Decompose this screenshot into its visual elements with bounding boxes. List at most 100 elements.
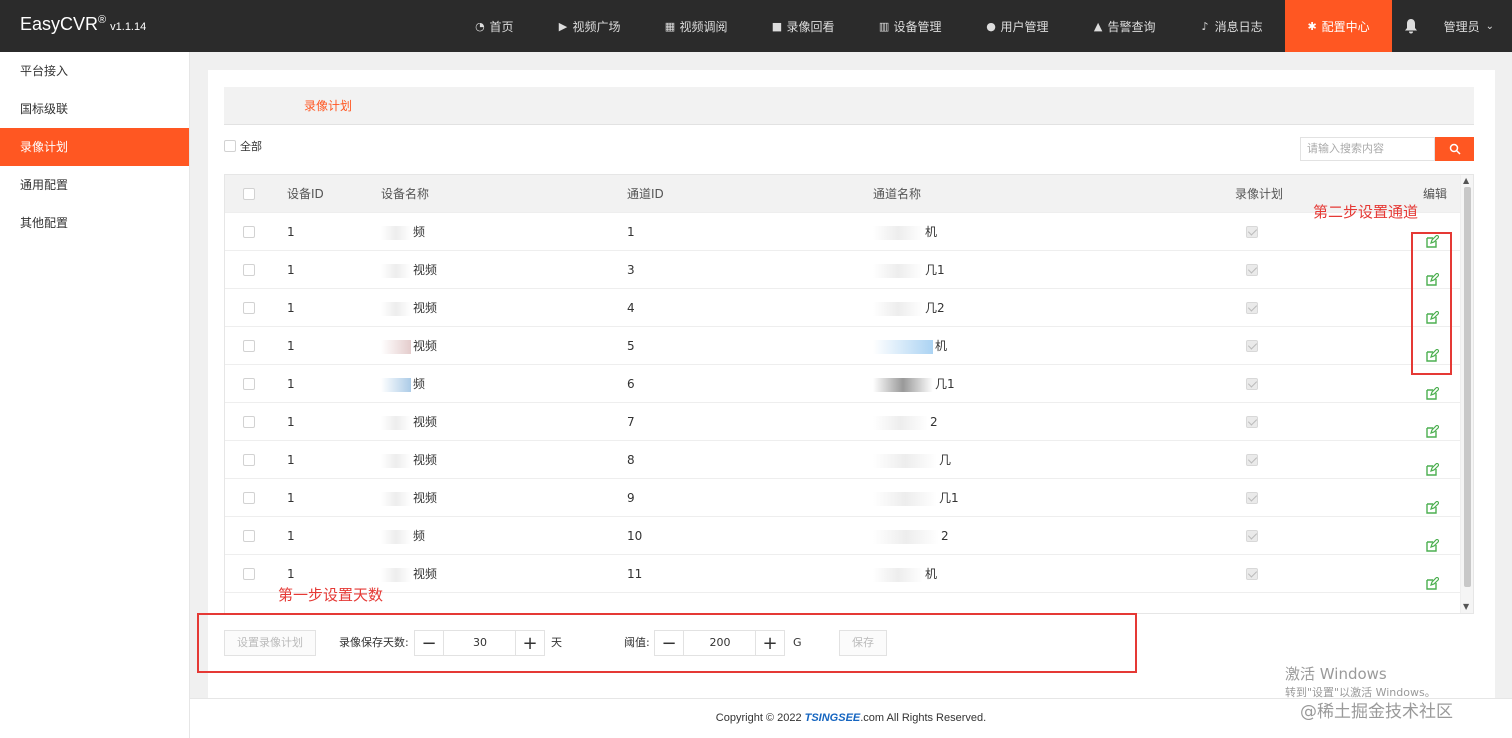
edit-icon[interactable] [1426, 567, 1440, 590]
search-icon [1449, 143, 1461, 155]
sidebar-item-general-config[interactable]: 通用配置 [0, 166, 189, 204]
row-checkbox[interactable] [243, 264, 255, 276]
notification-bell-icon[interactable] [1392, 0, 1430, 52]
annotation-box-edit-column [1411, 232, 1452, 375]
record-plan-checkbox[interactable] [1246, 492, 1258, 504]
annotation-step1: 第一步设置天数 [278, 586, 384, 604]
user-icon: ● [986, 19, 996, 33]
sidebar-item-record-plan[interactable]: 录像计划 [0, 128, 189, 166]
header-device-id: 设备ID [287, 187, 324, 201]
dashboard-icon: ◔ [475, 19, 485, 33]
device-name-text: 视频 [413, 491, 438, 505]
edit-icon[interactable] [1426, 491, 1440, 514]
record-plan-checkbox[interactable] [1246, 302, 1258, 314]
table-row: 1 视频 5 机 [225, 327, 1461, 365]
cell-device-id: 1 [287, 301, 295, 315]
device-name-text: 频 [413, 225, 426, 239]
table-row: 1 视频 9 几1 [225, 479, 1461, 517]
row-checkbox[interactable] [243, 416, 255, 428]
record-plan-checkbox[interactable] [1246, 568, 1258, 580]
record-plan-checkbox[interactable] [1246, 416, 1258, 428]
table-row: 1 视频 8 几 [225, 441, 1461, 479]
user-name: 管理员 [1443, 19, 1480, 34]
header-checkbox[interactable] [243, 188, 255, 200]
sidebar-item-platform-access[interactable]: 平台接入 [0, 52, 189, 90]
header-edit: 编辑 [1423, 187, 1448, 201]
sidebar-item-gb-cascade[interactable]: 国标级联 [0, 90, 189, 128]
nav-label: 消息日志 [1214, 19, 1263, 34]
app-logo[interactable]: EasyCVR®v1.1.14 [20, 14, 146, 35]
nav-device-manage[interactable]: ▥ 设备管理 [857, 0, 964, 52]
tab-record-plan[interactable]: 录像计划 [304, 87, 352, 125]
cell-channel-name: 几1 [873, 479, 959, 517]
cell-channel-name: 几2 [873, 289, 945, 327]
nav-message-log[interactable]: ♪ 消息日志 [1178, 0, 1285, 52]
channel-name-text: 机 [935, 339, 948, 353]
main-panel: 录像计划 全部 请输入搜索内容 设备ID 设备名称 通道ID 通道名称 录像计划… [208, 70, 1495, 698]
cell-device-id: 1 [287, 529, 295, 543]
record-plan-checkbox[interactable] [1246, 378, 1258, 390]
nav-config-center[interactable]: ✱ 配置中心 [1284, 0, 1392, 52]
edit-icon[interactable] [1426, 415, 1440, 438]
row-checkbox[interactable] [243, 378, 255, 390]
nav-user-manage[interactable]: ● 用户管理 [964, 0, 1071, 52]
row-checkbox[interactable] [243, 302, 255, 314]
row-checkbox[interactable] [243, 340, 255, 352]
record-plan-checkbox[interactable] [1246, 340, 1258, 352]
record-plan-checkbox[interactable] [1246, 454, 1258, 466]
cell-channel-name: 机 [873, 555, 937, 593]
nav-playback[interactable]: ■ 录像回看 [750, 0, 857, 52]
row-checkbox[interactable] [243, 568, 255, 580]
edit-icon[interactable] [1426, 377, 1440, 400]
site-watermark: @稀土掘金技术社区 [1300, 702, 1453, 722]
row-checkbox[interactable] [243, 226, 255, 238]
channel-name-text: 机 [925, 567, 938, 581]
nav-alarm-query[interactable]: ▲ 告警查询 [1071, 0, 1178, 52]
nav-label: 首页 [489, 19, 514, 34]
cell-channel-id: 5 [627, 339, 635, 353]
table-scrollbar[interactable]: ▲ ▼ [1460, 175, 1473, 613]
windows-activation-title: 激活 Windows [1285, 665, 1387, 683]
record-plan-checkbox[interactable] [1246, 530, 1258, 542]
app-version: v1.1.14 [110, 21, 147, 33]
row-checkbox[interactable] [243, 492, 255, 504]
edit-icon[interactable] [1426, 453, 1440, 476]
search-input[interactable]: 请输入搜索内容 [1300, 137, 1435, 161]
cell-device-name: 视频 [381, 327, 437, 365]
search-button[interactable] [1435, 137, 1474, 161]
table-row: 1 频 1 机 [225, 213, 1461, 251]
cell-device-name: 视频 [381, 479, 437, 517]
row-checkbox[interactable] [243, 454, 255, 466]
edit-icon[interactable] [1426, 529, 1440, 552]
select-all-checkbox[interactable] [224, 140, 236, 152]
select-all[interactable]: 全部 [224, 138, 262, 154]
record-plan-checkbox[interactable] [1246, 264, 1258, 276]
scroll-thumb[interactable] [1464, 187, 1471, 587]
header-channel-name: 通道名称 [873, 187, 922, 201]
record-plan-checkbox[interactable] [1246, 226, 1258, 238]
gear-icon: ✱ [1307, 19, 1317, 33]
cell-channel-name: 几1 [873, 365, 955, 403]
header-channel-id: 通道ID [627, 187, 664, 201]
row-checkbox[interactable] [243, 530, 255, 542]
channel-name-text: 2 [941, 529, 949, 543]
annotation-box-form [197, 613, 1137, 673]
cell-channel-id: 3 [627, 263, 635, 277]
scroll-down-icon[interactable]: ▼ [1463, 603, 1469, 611]
scroll-up-icon[interactable]: ▲ [1463, 177, 1469, 185]
channel-table: 设备ID 设备名称 通道ID 通道名称 录像计划 编辑 1 频 1 机 1 视频… [224, 174, 1474, 614]
sidebar-item-other-config[interactable]: 其他配置 [0, 204, 189, 242]
copyright-brand[interactable]: TSINGSEE [805, 712, 861, 724]
user-menu[interactable]: 管理员 ⌄ [1430, 0, 1512, 52]
nav-home[interactable]: ◔ 首页 [452, 0, 535, 52]
nav-video-square[interactable]: ▶ 视频广场 [535, 0, 642, 52]
copyright-suffix: .com All Rights Reserved. [860, 712, 987, 724]
channel-name-text: 几1 [935, 377, 955, 391]
nav-label: 视频调阅 [679, 19, 728, 34]
device-name-text: 视频 [413, 415, 438, 429]
nav-label: 用户管理 [1000, 19, 1049, 34]
nav-video-view[interactable]: ▦ 视频调阅 [642, 0, 749, 52]
nav-label: 设备管理 [893, 19, 942, 34]
table-row: 1 视频 7 2 [225, 403, 1461, 441]
registered-mark: ® [98, 14, 107, 26]
